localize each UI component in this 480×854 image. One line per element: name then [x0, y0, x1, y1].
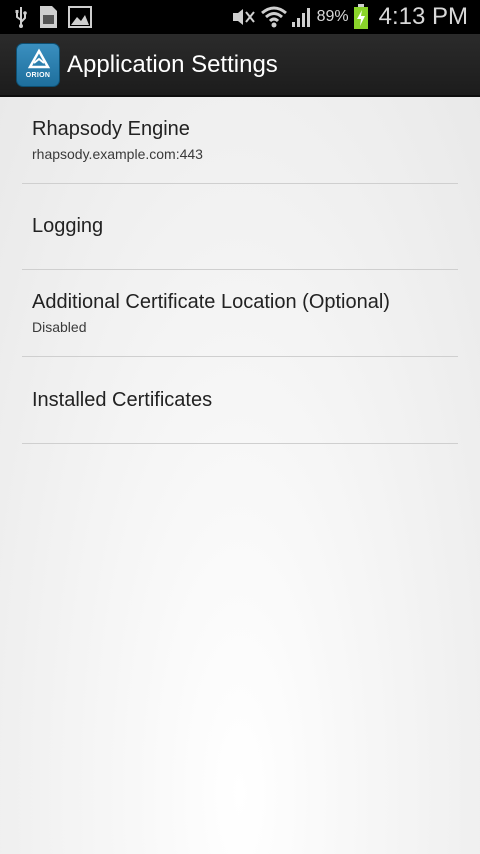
pref-title: Additional Certificate Location (Optiona… [32, 291, 390, 313]
battery-icon [353, 4, 369, 30]
pref-logging[interactable]: Logging [22, 184, 458, 270]
wifi-icon [260, 6, 287, 28]
pref-title: Logging [32, 215, 104, 237]
action-bar: ORION Application Settings [0, 34, 480, 97]
settings-list: Rhapsody Engine rhapsody.example.com:443… [0, 97, 480, 854]
clock: 4:13 PM [378, 3, 468, 30]
battery-percent: 89% [316, 8, 349, 25]
status-bar-system: 89% 4:13 PM [231, 3, 480, 31]
pref-title: Rhapsody Engine [32, 118, 190, 140]
app-logo-text: ORION [25, 71, 51, 79]
signal-icon [291, 6, 313, 28]
pref-summary: Disabled [32, 319, 87, 335]
page-title: Application Settings [67, 50, 278, 78]
mute-icon [231, 7, 257, 27]
pref-additional-certificate-location[interactable]: Additional Certificate Location (Optiona… [22, 270, 458, 357]
pref-rhapsody-engine[interactable]: Rhapsody Engine rhapsody.example.com:443 [22, 97, 458, 184]
gallery-icon [68, 6, 92, 28]
status-bar-notifications [0, 5, 92, 29]
pref-installed-certificates[interactable]: Installed Certificates [22, 357, 458, 444]
pref-title: Installed Certificates [32, 388, 213, 411]
pref-summary: rhapsody.example.com:443 [32, 146, 203, 162]
app-logo-icon[interactable]: ORION [16, 42, 60, 87]
usb-icon [14, 6, 28, 28]
sim-card-icon [38, 5, 58, 29]
status-bar: 89% 4:13 PM [0, 0, 480, 34]
